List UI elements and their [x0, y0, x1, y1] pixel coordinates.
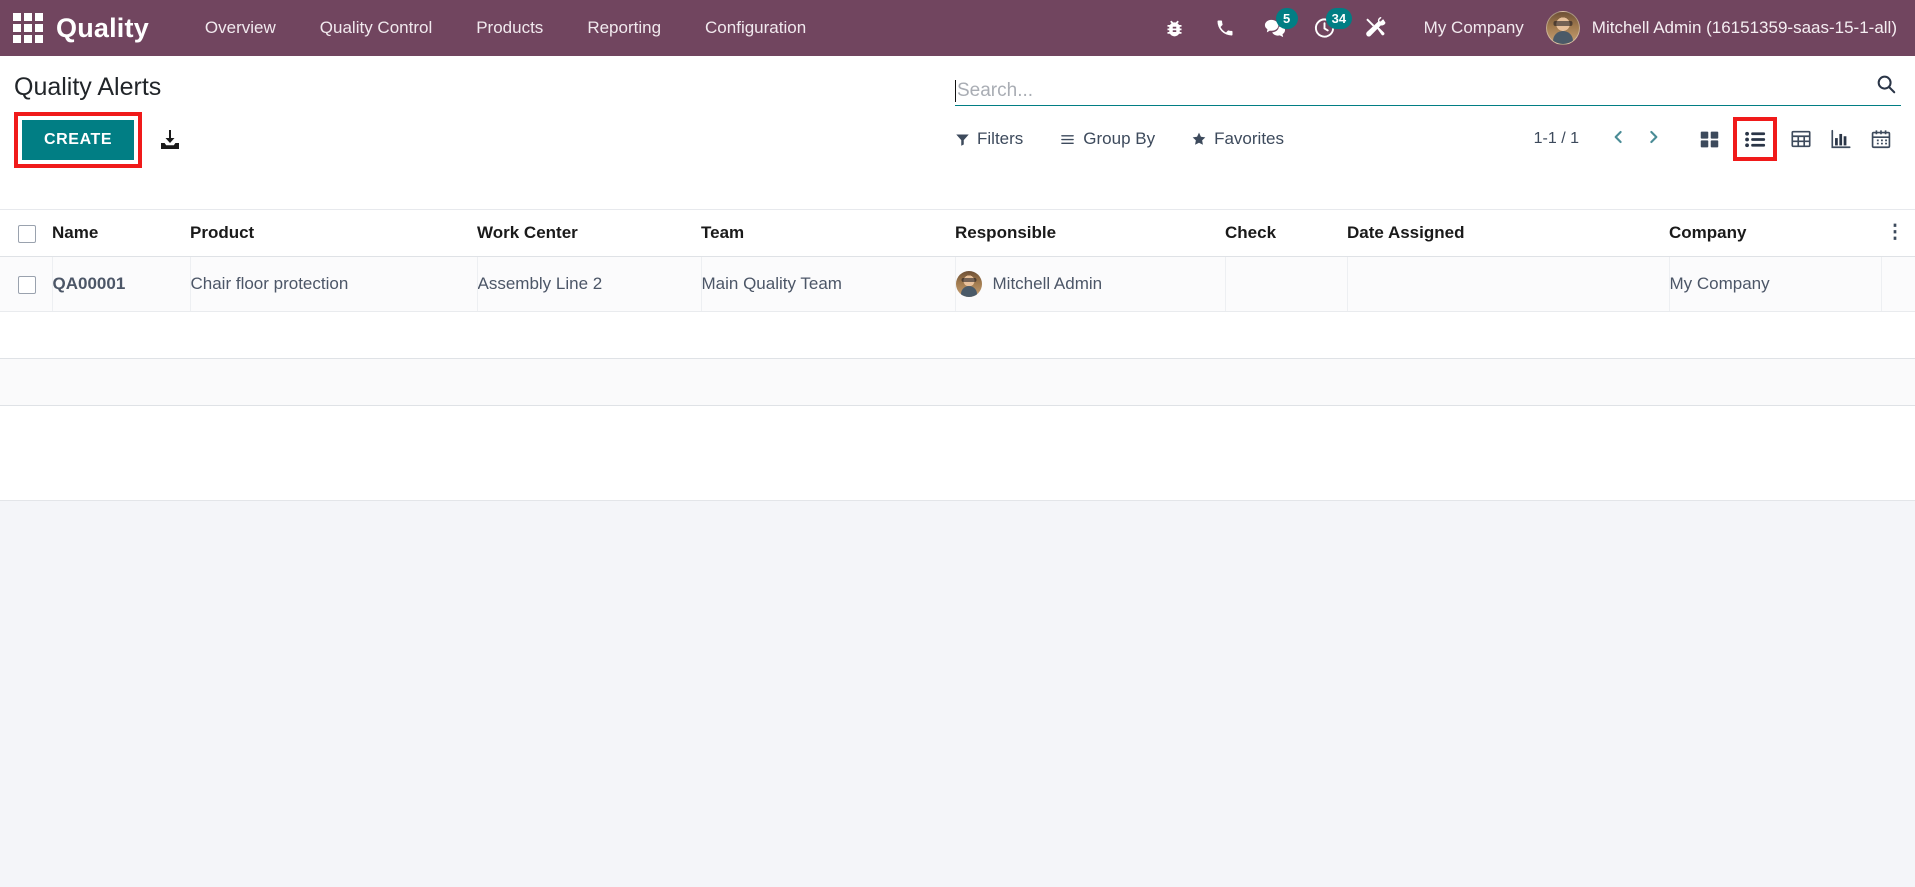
user-name-label: Mitchell Admin (16151359-saas-15-1-all): [1591, 18, 1897, 37]
control-panel-right: Filters Group By Favorites 1-1 / 1: [955, 66, 1901, 161]
checkbox-unchecked[interactable]: [18, 224, 36, 243]
group-by-button[interactable]: Group By: [1059, 129, 1155, 149]
nav-item-reporting[interactable]: Reporting: [565, 0, 683, 56]
column-header-company[interactable]: Company: [1669, 210, 1881, 257]
control-panel-tools: Filters Group By Favorites 1-1 / 1: [955, 117, 1901, 161]
column-header-check[interactable]: Check: [1225, 210, 1347, 257]
control-panel-left: Quality Alerts CREATE: [14, 70, 774, 168]
user-avatar: [1545, 11, 1580, 45]
row-select-cell: [0, 256, 53, 312]
select-all-header: [0, 210, 52, 257]
user-menu[interactable]: Mitchell Admin (16151359-saas-15-1-all): [1545, 11, 1897, 45]
text-caret: [955, 80, 956, 102]
filter-funnel-icon: [956, 134, 969, 146]
filters-label: Filters: [977, 129, 1024, 148]
page-title: Quality Alerts: [14, 73, 162, 101]
create-button[interactable]: CREATE: [22, 120, 135, 160]
column-header-team[interactable]: Team: [701, 210, 955, 257]
row-checkbox[interactable]: [18, 275, 36, 294]
phone-icon[interactable]: [1204, 7, 1246, 49]
page-background: [0, 501, 1915, 887]
nav-item-products[interactable]: Products: [454, 0, 565, 56]
cell-team: Main Quality Team: [701, 256, 956, 312]
view-switcher: [1689, 117, 1901, 161]
search-icon[interactable]: [1865, 73, 1901, 102]
action-buttons-row: CREATE: [14, 112, 774, 168]
search-input[interactable]: [957, 80, 1865, 102]
cell-work-center: Assembly Line 2: [477, 256, 702, 312]
column-header-responsible[interactable]: Responsible: [955, 210, 1225, 257]
cell-check: [1225, 256, 1348, 312]
company-selector[interactable]: My Company: [1424, 18, 1524, 38]
tools-icon[interactable]: [1354, 7, 1396, 49]
view-button-graph[interactable]: [1821, 121, 1861, 157]
star-icon: [1192, 132, 1206, 145]
responsible-avatar: [955, 271, 982, 297]
calendar-icon: [1871, 130, 1891, 149]
nav-item-quality-control[interactable]: Quality Control: [298, 0, 454, 56]
column-header-product[interactable]: Product: [190, 210, 477, 257]
bar-chart-icon: [1831, 129, 1851, 149]
cell-product: Chair floor protection: [190, 256, 478, 312]
column-header-date-assigned[interactable]: Date Assigned: [1347, 210, 1669, 257]
cell-responsible: Mitchell Admin: [955, 256, 1226, 312]
cell-row-options: [1881, 256, 1915, 312]
messages-badge: 5: [1275, 8, 1298, 29]
top-navbar: Quality Overview Quality Control Product…: [0, 0, 1915, 56]
list-icon: [1744, 131, 1765, 147]
favorites-button[interactable]: Favorites: [1191, 129, 1284, 149]
view-button-kanban[interactable]: [1689, 121, 1729, 157]
column-header-name[interactable]: Name: [52, 210, 190, 257]
pager-range[interactable]: 1-1 / 1: [1534, 130, 1579, 148]
chevron-left-icon[interactable]: [1601, 127, 1636, 151]
column-header-work-center[interactable]: Work Center: [477, 210, 701, 257]
filters-button[interactable]: Filters: [955, 129, 1023, 149]
create-button-highlight: CREATE: [14, 112, 143, 168]
cell-date-assigned: [1347, 256, 1670, 312]
empty-row: [0, 452, 1915, 501]
pivot-table-icon: [1791, 130, 1811, 148]
chevron-right-icon[interactable]: [1636, 127, 1671, 151]
list-view: Name Product Work Center Team Responsibl…: [0, 210, 1915, 501]
empty-row: [0, 358, 1915, 406]
cell-name: QA00001: [52, 256, 191, 312]
nav-item-configuration[interactable]: Configuration: [683, 0, 828, 56]
table-header-row: Name Product Work Center Team Responsibl…: [0, 210, 1915, 257]
apps-grid-icon[interactable]: [10, 10, 46, 46]
nav-item-overview[interactable]: Overview: [183, 0, 298, 56]
table-body: QA00001 Chair floor protection Assembly …: [0, 256, 1915, 501]
activities-badge: 34: [1325, 8, 1353, 29]
group-by-label: Group By: [1083, 129, 1156, 148]
favorites-label: Favorites: [1214, 129, 1285, 148]
activities-clock-icon[interactable]: 34: [1304, 7, 1353, 49]
messages-icon[interactable]: 5: [1254, 7, 1298, 49]
empty-row: [0, 405, 1915, 453]
vertical-dots-icon[interactable]: ⋮: [1881, 223, 1909, 242]
empty-row: [0, 311, 1915, 359]
quality-alerts-table: Name Product Work Center Team Responsibl…: [0, 210, 1915, 501]
view-button-calendar[interactable]: [1861, 121, 1901, 157]
optional-columns-header: ⋮: [1881, 210, 1915, 257]
cell-company: My Company: [1669, 256, 1882, 312]
import-download-icon[interactable]: [158, 128, 182, 152]
search-bar: [955, 66, 1901, 106]
view-button-pivot[interactable]: [1781, 121, 1821, 157]
view-button-list[interactable]: [1733, 117, 1777, 161]
bug-icon[interactable]: [1154, 7, 1196, 49]
app-brand-quality[interactable]: Quality: [56, 13, 149, 44]
control-panel: Quality Alerts CREATE Search... Filters …: [0, 56, 1915, 210]
table-row[interactable]: QA00001 Chair floor protection Assembly …: [0, 256, 1915, 312]
kanban-icon: [1700, 131, 1718, 147]
search-input-wrap: [955, 80, 1865, 102]
group-by-lines-icon: [1061, 134, 1075, 144]
responsible-name: Mitchell Admin: [992, 274, 1103, 293]
